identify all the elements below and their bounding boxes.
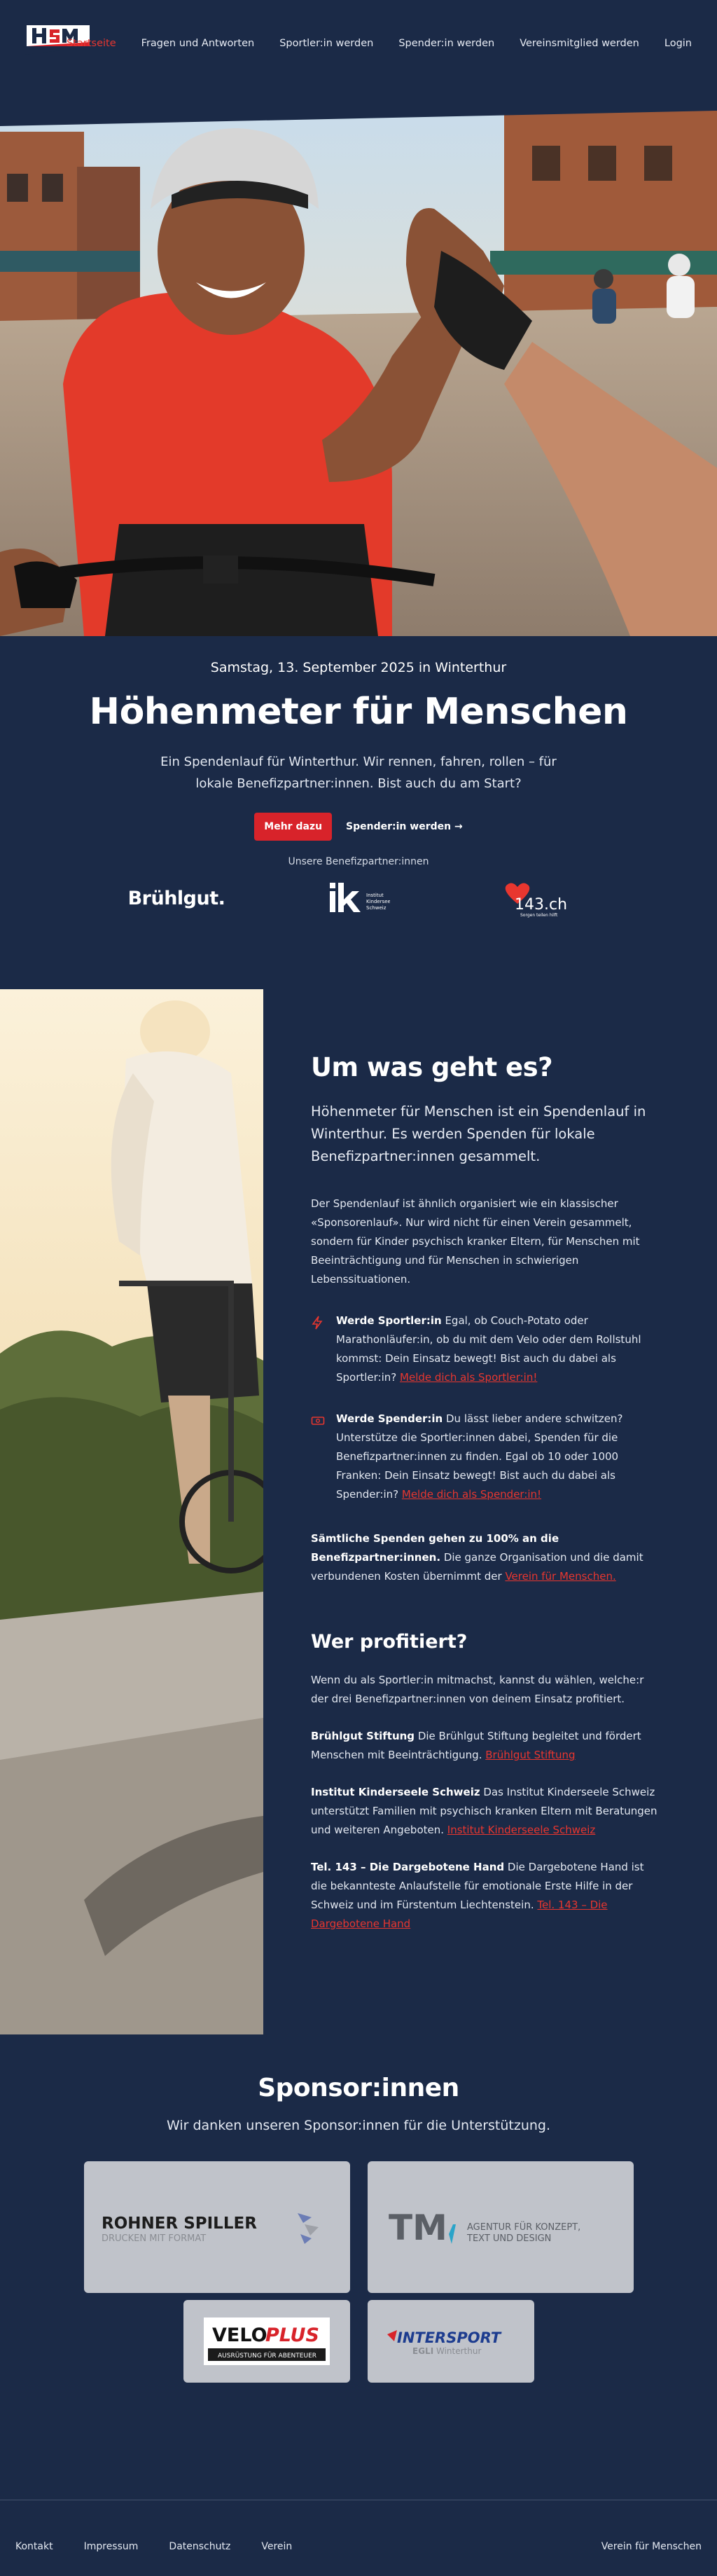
- sponsors-title: Sponsor:innen: [258, 2074, 459, 2102]
- page: Startseite Fragen und Antworten Sportler…: [0, 0, 717, 2576]
- kinderseele-logo-icon: Institut Kinderseele Schweiz: [330, 883, 390, 912]
- hero-lead: Ein Spendenlauf für Winterthur. Wir renn…: [160, 755, 557, 791]
- hero-image: [0, 90, 717, 636]
- nav-login[interactable]: Login: [664, 38, 692, 49]
- who-benefits-title: Wer profitiert?: [311, 1631, 468, 1653]
- more-button[interactable]: Mehr dazu: [254, 813, 333, 841]
- about-content: Um was geht es? Höhenmeter für Menschen …: [311, 1052, 661, 1934]
- sponsor-intersport[interactable]: INTERSPORT EGLI Winterthur: [367, 2300, 534, 2383]
- footer-links: Kontakt Impressum Datenschutz Verein: [15, 2541, 292, 2552]
- sponsor-rohner-spiller[interactable]: ROHNER SPILLER DRUCKEN MIT FORMAT: [83, 2161, 350, 2293]
- partner-logos: Brühlgut. Institut Kinderseele Schweiz 1…: [0, 877, 717, 919]
- partner-kinderseele: Institut Kinderseele Schweiz Das Institu…: [311, 1783, 661, 1840]
- svg-text:TEXT UND DESIGN: TEXT UND DESIGN: [466, 2233, 551, 2244]
- svg-text:Institut: Institut: [366, 893, 384, 898]
- about-text: Der Spendenlauf ist ähnlich organisiert …: [311, 1197, 640, 1286]
- sponsor-veloplus[interactable]: VELO PLUS AUSRÜSTUNG FÜR ABENTEUER: [183, 2300, 350, 2383]
- intro-section: Samstag, 13. September 2025 in Winterthu…: [0, 638, 717, 919]
- partner-143-title: Tel. 143 – Die Dargebotene Hand: [311, 1861, 505, 1873]
- svg-text:DRUCKEN MIT FORMAT: DRUCKEN MIT FORMAT: [102, 2233, 206, 2244]
- page-title: Höhenmeter für Menschen: [89, 691, 628, 733]
- sponsors-subtitle: Wir danken unseren Sponsor:innen für die…: [166, 2118, 551, 2133]
- partner-bruehlgut: Brühlgut Stiftung Die Brühlgut Stiftung …: [311, 1727, 661, 1765]
- partner-bruehlgut-title: Brühlgut Stiftung: [311, 1730, 415, 1742]
- partner-logo-143[interactable]: 143.ch Sorgen teilen hilft: [450, 879, 632, 918]
- about-section: Um was geht es? Höhenmeter für Menschen …: [0, 989, 717, 2034]
- sponsors-section: Sponsor:innen Wir danken unseren Sponsor…: [0, 2074, 717, 2383]
- event-date: Samstag, 13. September 2025 in Winterthu…: [210, 660, 507, 675]
- partner-kinderseele-title: Institut Kinderseele Schweiz: [311, 1786, 480, 1798]
- svg-text:ROHNER SPILLER: ROHNER SPILLER: [102, 2215, 257, 2233]
- nav-spender[interactable]: Spender:in werden: [398, 38, 494, 49]
- svg-text:TM: TM: [389, 2207, 447, 2248]
- partner-logo-bruehlgut[interactable]: Brühlgut.: [85, 888, 267, 909]
- nav-startseite[interactable]: Startseite: [67, 38, 116, 49]
- who-benefits-text: Wenn du als Sportler:in mitmachst, kanns…: [311, 1674, 644, 1705]
- rohner-spiller-logo-icon: ROHNER SPILLER DRUCKEN MIT FORMAT: [102, 2213, 319, 2244]
- feature-athlete-title: Werde Sportler:in: [336, 1314, 442, 1327]
- intersport-logo-icon: INTERSPORT EGLI Winterthur: [387, 2329, 502, 2356]
- tm-logo-icon: TM AGENTUR FÜR KONZEPT, TEXT UND DESIGN: [389, 2207, 580, 2248]
- donor-signup-link[interactable]: Melde dich als Spender:in!: [402, 1488, 541, 1501]
- svg-text:PLUS: PLUS: [265, 2324, 319, 2346]
- lightning-icon: [311, 1311, 328, 1387]
- partners-label: Unsere Benefizpartner:innen: [288, 856, 429, 867]
- nav-vereinsmitglied[interactable]: Vereinsmitglied werden: [520, 38, 639, 49]
- svg-text:AGENTUR FÜR KONZEPT,: AGENTUR FÜR KONZEPT,: [467, 2221, 580, 2233]
- about-title: Um was geht es?: [311, 1052, 553, 1082]
- bruehlgut-wordmark: Brühlgut.: [127, 887, 225, 909]
- svg-text:INTERSPORT: INTERSPORT: [397, 2329, 502, 2346]
- kinderseele-link[interactable]: Institut Kinderseele Schweiz: [447, 1824, 596, 1836]
- svg-text:EGLI Winterthur: EGLI Winterthur: [412, 2346, 481, 2356]
- footer-org-name[interactable]: Verein für Menschen: [601, 2541, 702, 2552]
- sponsor-tm[interactable]: TM AGENTUR FÜR KONZEPT, TEXT UND DESIGN: [367, 2161, 634, 2293]
- heart-143-logo-icon: 143.ch Sorgen teilen hilft: [505, 883, 567, 918]
- partner-143: Tel. 143 – Die Dargebotene Hand Die Darg…: [311, 1858, 661, 1934]
- svg-text:143.ch: 143.ch: [515, 896, 567, 914]
- svg-text:AUSRÜSTUNG FÜR ABENTEUER: AUSRÜSTUNG FÜR ABENTEUER: [218, 2352, 316, 2360]
- become-donor-link[interactable]: Spender:in werden →: [346, 821, 463, 832]
- cyclist-image: [0, 989, 263, 2034]
- svg-text:Sorgen teilen hilft: Sorgen teilen hilft: [520, 913, 558, 918]
- donation-note: Sämtliche Spenden gehen zu 100% an die B…: [311, 1529, 661, 1586]
- footer-verein[interactable]: Verein: [261, 2541, 292, 2552]
- svg-text:Kinderseele: Kinderseele: [366, 899, 390, 904]
- feature-athlete: Werde Sportler:in Egal, ob Couch-Potato …: [311, 1311, 661, 1387]
- cta-group: Mehr dazu Spender:in werden →: [0, 813, 717, 841]
- nav-faq[interactable]: Fragen und Antworten: [141, 38, 255, 49]
- verein-link[interactable]: Verein für Menschen.: [505, 1570, 615, 1583]
- feature-donor-title: Werde Spender:in: [336, 1412, 443, 1425]
- money-icon: [311, 1410, 328, 1504]
- about-subtitle: Höhenmeter für Menschen ist ein Spendenl…: [311, 1103, 646, 1164]
- nav-sportler[interactable]: Sportler:in werden: [279, 38, 373, 49]
- site-footer: Kontakt Impressum Datenschutz Verein Ver…: [0, 2500, 717, 2576]
- svg-text:VELO: VELO: [212, 2324, 267, 2346]
- sponsor-row-1: ROHNER SPILLER DRUCKEN MIT FORMAT TM AGE…: [0, 2161, 717, 2293]
- bruehlgut-link[interactable]: Brühlgut Stiftung: [485, 1749, 575, 1761]
- partner-logo-kinderseele[interactable]: Institut Kinderseele Schweiz: [267, 879, 450, 918]
- footer-impressum[interactable]: Impressum: [84, 2541, 139, 2552]
- sponsor-row-2: VELO PLUS AUSRÜSTUNG FÜR ABENTEUER INTER…: [0, 2300, 717, 2383]
- footer-kontakt[interactable]: Kontakt: [15, 2541, 53, 2552]
- feature-donor: Werde Spender:in Du lässt lieber andere …: [311, 1410, 661, 1504]
- site-header: Startseite Fragen und Antworten Sportler…: [0, 0, 717, 91]
- svg-text:Schweiz: Schweiz: [366, 905, 387, 911]
- main-nav: Startseite Fragen und Antworten Sportler…: [67, 38, 692, 49]
- athlete-signup-link[interactable]: Melde dich als Sportler:in!: [400, 1371, 537, 1384]
- footer-datenschutz[interactable]: Datenschutz: [169, 2541, 230, 2552]
- veloplus-logo-icon: VELO PLUS AUSRÜSTUNG FÜR ABENTEUER: [203, 2317, 330, 2365]
